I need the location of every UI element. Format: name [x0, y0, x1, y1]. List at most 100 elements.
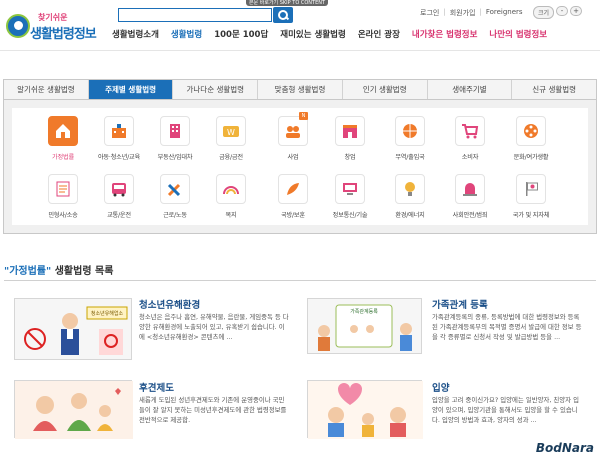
nav-item-0[interactable]: 생활법령소개 — [112, 28, 159, 40]
category-label: 무역/출입국 — [395, 154, 425, 161]
school-icon — [104, 116, 134, 146]
tab-6[interactable]: 신규 생활법령 — [512, 80, 596, 99]
document-icon — [48, 174, 78, 204]
computer-icon — [335, 174, 365, 204]
category-label: 창업 — [344, 154, 356, 161]
separator: | — [443, 8, 446, 16]
site-logo[interactable]: 찾기쉬운 생활법령정보 — [6, 8, 106, 44]
tab-3[interactable]: 맞춤형 생활법령 — [258, 80, 343, 99]
rainbow-icon — [216, 174, 246, 204]
font-size-label: 크기 — [533, 6, 555, 19]
category-item-10[interactable]: 교통/운전 — [90, 174, 148, 232]
category-label: 문화/여가생활 — [513, 154, 549, 161]
separator: | — [479, 8, 482, 16]
adoption-image[interactable] — [307, 380, 423, 439]
category-item-8[interactable]: 문화/여가생활 — [502, 116, 560, 174]
category-item-14[interactable]: 정보통신/기술 — [321, 174, 379, 232]
adoption-illustration — [308, 381, 423, 439]
login-link[interactable]: 로그인 — [420, 8, 439, 18]
category-item-4[interactable]: N 사업 — [264, 112, 322, 174]
youth-harm-illustration: 청소년유해업소 — [24, 306, 128, 355]
item-desc-youth-harm: 청소년은 음주나 흡연, 유해약물, 음란물, 게임중독 등 다양한 유해환경에… — [139, 313, 289, 341]
nav-item-6[interactable]: 나만의 법령정보 — [489, 28, 547, 40]
category-item-16[interactable]: 사회안전/범죄 — [441, 174, 499, 232]
list-heading-text: 생활법령 목록 — [51, 266, 114, 277]
globe-icon — [395, 116, 425, 146]
nav-item-2[interactable]: 100문 100답 — [214, 28, 268, 40]
category-item-7[interactable]: 소비자 — [441, 116, 499, 174]
list-divider — [4, 280, 596, 281]
category-label: 금융/금전 — [219, 154, 243, 161]
guardianship-illustration — [15, 381, 133, 439]
tab-0[interactable]: 알기쉬운 생활법령 — [4, 80, 89, 99]
search-input[interactable] — [118, 8, 272, 22]
item-title-guardianship[interactable]: 후견제도 — [139, 380, 174, 394]
tab-2[interactable]: 가나다순 생활법령 — [173, 80, 259, 99]
category-item-1[interactable]: 아동·청소년/교육 — [90, 116, 148, 174]
siren-icon — [455, 174, 485, 204]
category-label: 민형사/소송 — [48, 212, 78, 219]
category-item-0[interactable]: 가정법률 — [34, 116, 92, 174]
family-register-image[interactable]: 가족관계등록 — [307, 298, 422, 354]
item-title-youth-harm[interactable]: 청소년유해환경 — [139, 297, 200, 311]
category-label: 국방/보훈 — [281, 212, 305, 219]
youth-harm-image[interactable]: 청소년유해업소 — [14, 298, 132, 360]
font-size-control: 크기 - + — [533, 6, 583, 19]
flag-icon — [516, 174, 546, 204]
list-heading: "가정법률" 생활법령 목록 — [4, 262, 113, 277]
category-label: 복지 — [225, 212, 237, 219]
family-register-illustration: 가족관계등록 — [318, 304, 412, 351]
list-heading-topic: "가정법률" — [4, 266, 52, 277]
item-title-family-register[interactable]: 가족관계 등록 — [432, 297, 488, 311]
logo-title: 생활법령정보 — [30, 27, 97, 42]
tab-1[interactable]: 주제별 생활법령 — [88, 80, 174, 99]
guardianship-image[interactable] — [14, 380, 133, 439]
category-label: 환경/에너지 — [395, 212, 425, 219]
logo-subtitle: 찾기쉬운 — [38, 13, 68, 22]
category-item-17[interactable]: 국가 및 지자체 — [502, 174, 560, 232]
tab-4[interactable]: 인기 생활법령 — [343, 80, 428, 99]
house-icon — [48, 116, 78, 146]
nav-item-3[interactable]: 재미있는 생활법령 — [280, 28, 346, 40]
category-label: 사업 — [287, 154, 299, 161]
cart-icon — [455, 116, 485, 146]
item-title-adoption[interactable]: 입양 — [432, 380, 449, 394]
bulb-icon — [395, 174, 425, 204]
business-icon — [278, 116, 308, 146]
font-decrease-button[interactable]: - — [556, 6, 569, 16]
category-label: 정보통신/기술 — [332, 212, 368, 219]
film-icon — [516, 116, 546, 146]
category-item-3[interactable]: W 금융/금전 — [202, 116, 260, 174]
font-increase-button[interactable]: + — [570, 6, 583, 16]
logo-mark-icon — [6, 14, 30, 38]
tab-5[interactable]: 생애주기별 — [428, 80, 513, 99]
category-label: 근로/노동 — [163, 212, 187, 219]
main-navigation: 생활법령소개 생활법령 100문 100답 재미있는 생활법령 온라인 광장 내가찾은 법… — [112, 28, 559, 40]
category-item-15[interactable]: 환경/에너지 — [381, 174, 439, 232]
nav-item-5[interactable]: 내가찾은 법령정보 — [412, 28, 478, 40]
page-root: 본문 바로가기 SKIP TO CONTENT 찾기쉬운 생활법령정보 로그인 … — [0, 0, 600, 459]
signup-link[interactable]: 회원가입 — [450, 8, 476, 18]
bus-icon — [104, 174, 134, 204]
nav-item-4[interactable]: 온라인 광장 — [358, 28, 400, 40]
category-label: 아동·청소년/교육 — [97, 154, 141, 161]
search-button[interactable] — [273, 7, 293, 23]
youth-harm-sign-text: 청소년유해업소 — [91, 310, 124, 317]
item-desc-family-register: 가족관계등록의 종류, 등록방법에 대한 법령정보와 등록된 가족관계등록부의 … — [432, 313, 582, 341]
skip-to-content-link[interactable]: 본문 바로가기 SKIP TO CONTENT — [246, 0, 328, 6]
category-label: 교통/운전 — [107, 212, 131, 219]
category-grid: 가정법률 아동·청소년/교육 부동산/임대차 W 금융/금전 N 사업 창업 무역/출입국 소비자… — [12, 108, 588, 225]
category-item-6[interactable]: 무역/출입국 — [381, 116, 439, 174]
won-icon: W — [216, 116, 246, 146]
feather-icon — [278, 174, 308, 204]
category-item-2[interactable]: 부동산/임대차 — [146, 116, 204, 174]
foreigners-link[interactable]: Foreigners — [486, 8, 523, 18]
category-item-13[interactable]: 국방/보훈 — [264, 174, 322, 232]
category-item-9[interactable]: 민형사/소송 — [34, 174, 92, 232]
category-item-12[interactable]: 복지 — [202, 174, 260, 232]
header-divider — [0, 50, 600, 51]
category-item-11[interactable]: 근로/노동 — [146, 174, 204, 232]
category-label: 부동산/임대차 — [157, 154, 193, 161]
nav-item-1[interactable]: 생활법령 — [171, 28, 202, 40]
category-item-5[interactable]: 창업 — [321, 116, 379, 174]
